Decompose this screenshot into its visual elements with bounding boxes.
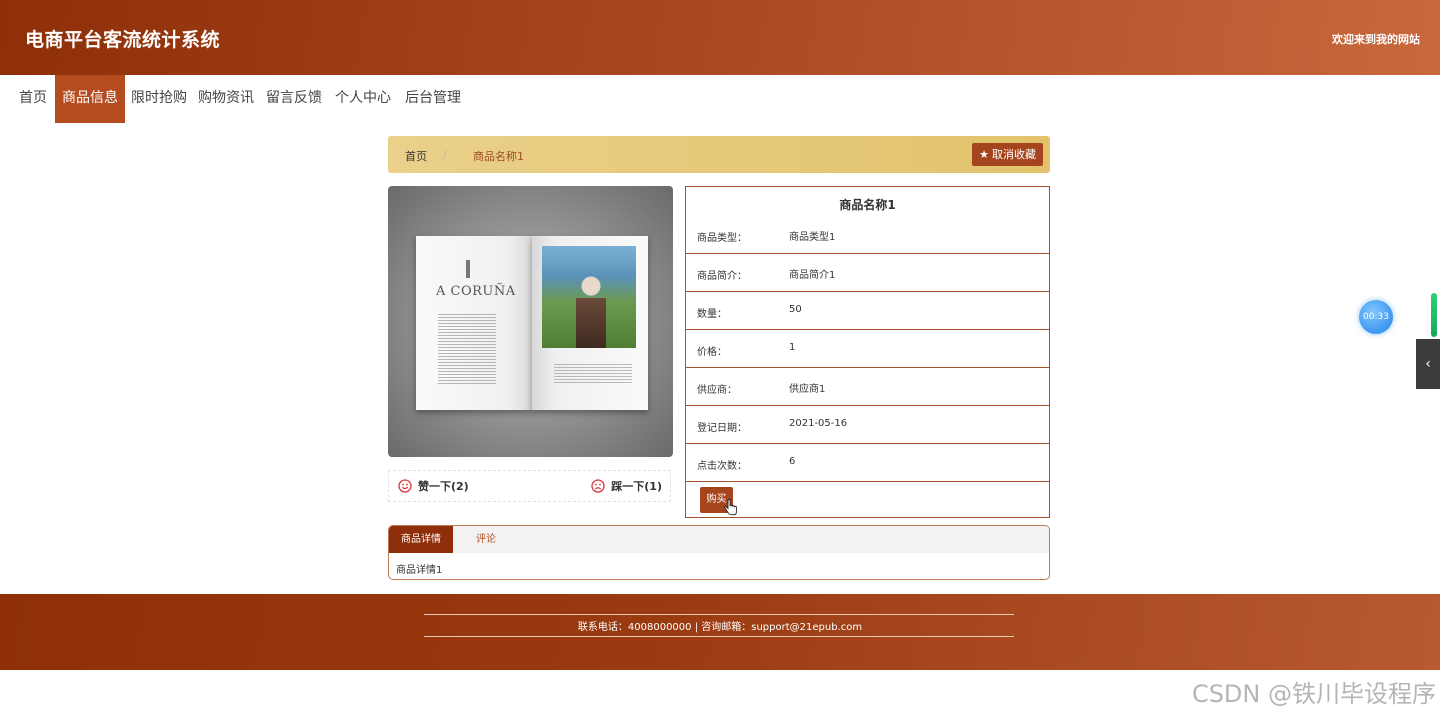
tabs-strip: 商品详情 评论 — [389, 526, 1049, 553]
tab-details[interactable]: 商品详情 — [389, 526, 453, 553]
tower-icon — [466, 260, 470, 278]
info-label: 商品类型： — [697, 233, 747, 244]
book-photo — [542, 246, 636, 348]
breadcrumb-separator: / — [443, 148, 447, 161]
open-book-illustration: A CORUÑA — [416, 236, 648, 412]
tab-content: 商品详情1 — [396, 565, 443, 576]
book-left-page: A CORUÑA — [416, 236, 532, 410]
breadcrumb-home[interactable]: 首页 — [405, 148, 427, 164]
info-row-supplier: 供应商： 供应商1 — [686, 368, 1049, 406]
nav-item-products[interactable]: 商品信息 — [55, 75, 125, 123]
side-panel-toggle[interactable]: ‹ — [1416, 339, 1440, 389]
info-value: 1 — [789, 342, 796, 353]
product-info-table: 商品名称1 商品类型： 商品类型1 商品简介： 商品简介1 数量： 50 价格：… — [685, 186, 1050, 518]
info-label: 价格： — [697, 347, 727, 358]
product-tabs: 商品详情 评论 商品详情1 — [388, 525, 1050, 580]
info-label: 登记日期： — [697, 423, 747, 434]
info-value: 商品简介1 — [789, 270, 836, 281]
info-row-type: 商品类型： 商品类型1 — [686, 216, 1049, 254]
smile-icon — [398, 479, 412, 493]
info-label: 商品简介： — [697, 271, 747, 282]
info-label: 数量： — [697, 309, 727, 320]
product-image: A CORUÑA — [388, 186, 673, 457]
info-row-price: 价格： 1 — [686, 330, 1049, 368]
site-header: 电商平台客流统计系统 欢迎来到我的网站 — [0, 0, 1440, 75]
info-row-quantity: 数量： 50 — [686, 292, 1049, 330]
nav-item-admin[interactable]: 后台管理 — [398, 75, 468, 123]
vote-row: 赞一下(2) 踩一下(1) — [388, 470, 671, 502]
footer-contact: 联系电话：4008000000 | 咨询邮箱：support@21epub.co… — [577, 622, 863, 633]
buy-button[interactable]: 购买 — [700, 487, 737, 516]
dislike-button[interactable]: 踩一下(1) — [591, 478, 662, 494]
dislike-label: 踩一下(1) — [611, 480, 662, 493]
cancel-favorite-button[interactable]: ★ 取消收藏 — [972, 143, 1043, 166]
info-value: 2021-05-16 — [789, 418, 848, 429]
book-caption-lines — [554, 364, 632, 384]
welcome-text: 欢迎来到我的网站 — [1332, 33, 1420, 46]
product-name: 商品名称1 — [839, 198, 896, 212]
nav-item-news[interactable]: 购物资讯 — [191, 75, 261, 123]
person-figure — [576, 276, 606, 348]
info-label: 供应商： — [697, 385, 737, 396]
breadcrumb: 首页 / 商品名称1 ★ 取消收藏 — [388, 136, 1050, 173]
main-nav: 首页 商品信息 限时抢购 购物资讯 留言反馈 个人中心 后台管理 — [0, 75, 1440, 123]
book-text-lines — [438, 314, 496, 384]
nav-item-home[interactable]: 首页 — [12, 75, 54, 123]
tab-comments[interactable]: 评论 — [453, 526, 519, 553]
breadcrumb-current: 商品名称1 — [473, 150, 524, 163]
cancel-favorite-label: 取消收藏 — [992, 148, 1036, 161]
footer-divider-top — [424, 614, 1014, 615]
info-value: 商品类型1 — [789, 232, 836, 243]
site-title: 电商平台客流统计系统 — [25, 29, 221, 51]
site-footer: 联系电话：4008000000 | 咨询邮箱：support@21epub.co… — [0, 594, 1440, 670]
green-indicator — [1431, 293, 1437, 337]
hand-cursor-icon — [724, 499, 737, 516]
chevron-left-icon: ‹ — [1425, 356, 1431, 372]
book-right-page — [532, 236, 648, 410]
timer-badge[interactable]: 00:33 — [1359, 300, 1393, 334]
book-title: A CORUÑA — [436, 284, 516, 299]
info-value: 6 — [789, 456, 796, 467]
watermark: CSDN @铁川毕设程序 — [1191, 680, 1436, 708]
footer-divider-bottom — [424, 636, 1014, 637]
nav-item-profile[interactable]: 个人中心 — [328, 75, 398, 123]
info-value: 50 — [789, 304, 802, 315]
nav-item-flash-sale[interactable]: 限时抢购 — [124, 75, 194, 123]
frown-icon — [591, 479, 605, 493]
like-label: 赞一下(2) — [418, 480, 469, 493]
star-icon: ★ — [979, 148, 989, 161]
like-button[interactable]: 赞一下(2) — [398, 478, 469, 494]
info-row-intro: 商品简介： 商品简介1 — [686, 254, 1049, 292]
info-row-date: 登记日期： 2021-05-16 — [686, 406, 1049, 444]
info-row-clicks: 点击次数： 6 — [686, 444, 1049, 482]
nav-item-feedback[interactable]: 留言反馈 — [259, 75, 329, 123]
info-label: 点击次数： — [697, 461, 747, 472]
info-value: 供应商1 — [789, 384, 826, 395]
